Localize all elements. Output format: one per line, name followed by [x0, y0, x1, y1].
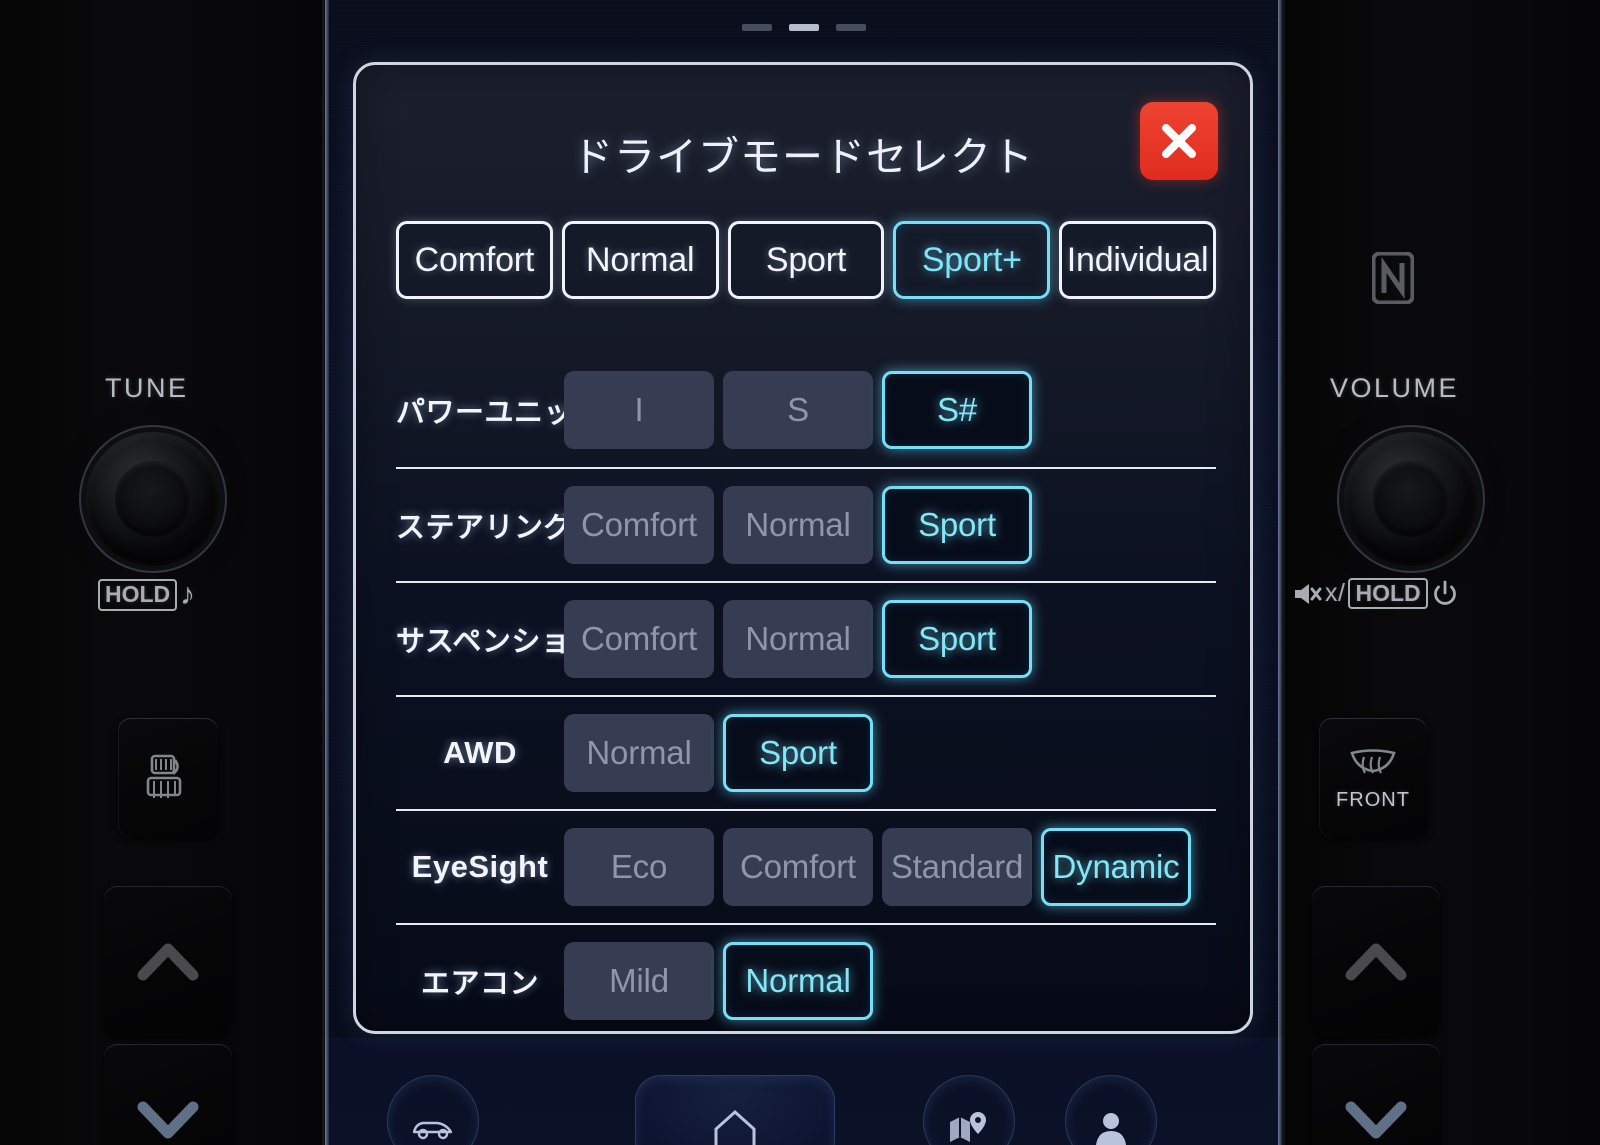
settings-row-eyesight: EyeSight Eco Comfort Standard Dynamic: [396, 809, 1216, 923]
speaker-mute-icon: [1295, 583, 1322, 604]
page-dot-3[interactable]: [835, 24, 866, 31]
dock-vehicle-button[interactable]: [387, 1075, 479, 1145]
dock-vehicle-circle: [387, 1075, 479, 1145]
front-defroster-button[interactable]: FRONT: [1319, 718, 1427, 838]
chevron-down-icon: [137, 1101, 199, 1139]
power-icon: [1433, 580, 1456, 605]
row-options-air-conditioner: Mild Normal: [564, 942, 1216, 1020]
drive-mode-sport-plus[interactable]: Sport+: [893, 221, 1051, 299]
option-eyesight-eco[interactable]: Eco: [564, 828, 714, 906]
dock-map-button[interactable]: [923, 1075, 1015, 1145]
option-steering-comfort[interactable]: Comfort: [564, 486, 714, 564]
page-dot-1[interactable]: [741, 24, 772, 31]
rear-defroster-icon: [146, 754, 182, 798]
tune-knob-label: TUNE: [105, 373, 189, 403]
home-icon: [714, 1109, 756, 1145]
volume-hold-text: HOLD: [1348, 578, 1428, 610]
left-up-button[interactable]: [104, 886, 232, 1036]
map-pin-icon: [950, 1112, 986, 1142]
page-indicator: [325, 24, 1282, 31]
row-options-eyesight: Eco Comfort Standard Dynamic: [564, 828, 1216, 906]
drive-mode-buttons: Comfort Normal Sport Sport+ Individual: [396, 221, 1216, 299]
option-steering-sport[interactable]: Sport: [882, 486, 1032, 564]
option-power-unit-s-[interactable]: S#: [882, 371, 1032, 449]
row-label-power-unit: パワーユニット: [396, 397, 603, 429]
bottom-dock: [325, 1037, 1282, 1145]
dock-map-circle: [923, 1075, 1015, 1145]
dialog-title: ドライブモードセレクト: [572, 134, 1034, 180]
left-hardware-panel: TUNE HOLD ♪: [0, 0, 325, 1145]
tune-hold-text: HOLD: [98, 579, 178, 611]
option-eyesight-standard[interactable]: Standard: [882, 828, 1032, 906]
nfc-icon: [1372, 252, 1414, 304]
drive-mode-individual[interactable]: Individual: [1059, 221, 1216, 299]
car-icon: [412, 1121, 453, 1140]
row-options-power-unit: I S S#: [564, 371, 1216, 449]
option-air-conditioner-mild[interactable]: Mild: [564, 942, 714, 1020]
drive-mode-sport[interactable]: Sport: [727, 221, 885, 299]
settings-row-power-unit: パワーユニット I S S#: [396, 353, 1216, 467]
option-air-conditioner-normal[interactable]: Normal: [723, 942, 873, 1020]
drive-mode-settings-rows: パワーユニット I S S# ステアリング Comfort Normal Sport サスペンシ…: [396, 353, 1216, 1037]
volume-knob[interactable]: [1344, 432, 1478, 566]
row-options-suspension: Comfort Normal Sport: [564, 600, 1216, 678]
option-awd-normal[interactable]: Normal: [564, 714, 714, 792]
chevron-up-icon: [1345, 943, 1407, 981]
volume-hold-separator: x/: [1325, 579, 1346, 608]
page-dot-2[interactable]: [788, 24, 819, 31]
option-awd-sport[interactable]: Sport: [723, 714, 873, 792]
settings-row-suspension: サスペンション Comfort Normal Sport: [396, 581, 1216, 695]
chevron-down-icon: [1345, 1101, 1407, 1139]
settings-row-air-conditioner: エアコン Mild Normal: [396, 923, 1216, 1037]
option-suspension-sport[interactable]: Sport: [882, 600, 1032, 678]
display-right-edge: [1278, 0, 1282, 1145]
dock-profile-button[interactable]: [1065, 1075, 1157, 1145]
tune-hold-label: HOLD ♪: [98, 578, 196, 612]
drive-mode-select-dialog: ドライブモードセレクト Comfort Normal Sport Sport+ Indi…: [353, 62, 1253, 1034]
music-note-icon: ♪: [180, 578, 196, 611]
row-label-suspension: サスペンション: [396, 626, 600, 658]
option-power-unit-s[interactable]: S: [723, 371, 873, 449]
display-left-edge: [325, 0, 329, 1145]
front-defroster-caption: FRONT: [1336, 788, 1410, 811]
dock-home-button[interactable]: [635, 1075, 835, 1145]
option-power-unit-i[interactable]: I: [564, 371, 714, 449]
settings-row-awd: AWD Normal Sport: [396, 695, 1216, 809]
close-button[interactable]: [1140, 102, 1218, 180]
volume-knob-label: VOLUME: [1330, 373, 1460, 403]
rear-defroster-button[interactable]: [118, 718, 218, 838]
right-up-button[interactable]: [1312, 886, 1440, 1036]
chevron-up-icon: [137, 943, 199, 981]
drive-mode-comfort[interactable]: Comfort: [396, 221, 553, 299]
person-icon: [1096, 1113, 1126, 1145]
volume-mute-hold-label: x/ HOLD: [1292, 578, 1459, 610]
row-options-awd: Normal Sport: [564, 714, 1216, 792]
close-x-icon: [1162, 124, 1196, 158]
option-suspension-normal[interactable]: Normal: [723, 600, 873, 678]
row-options-steering: Comfort Normal Sport: [564, 486, 1216, 564]
settings-row-steering: ステアリング Comfort Normal Sport: [396, 467, 1216, 581]
option-eyesight-comfort[interactable]: Comfort: [723, 828, 873, 906]
row-label-air-conditioner: エアコン: [420, 968, 539, 1000]
option-suspension-comfort[interactable]: Comfort: [564, 600, 714, 678]
right-hardware-panel: VOLUME x/ HOLD FRONT: [1282, 0, 1600, 1145]
right-down-button[interactable]: [1312, 1044, 1440, 1145]
row-label-eyesight: EyeSight: [411, 849, 549, 884]
dock-profile-circle: [1065, 1075, 1157, 1145]
right-panel-seam: [1282, 0, 1285, 1145]
left-down-button[interactable]: [104, 1044, 232, 1145]
infotainment-console: TUNE HOLD ♪ ドライブモードセレクト Comfort Normal S…: [0, 0, 1600, 1145]
dock-home-pill: [635, 1075, 835, 1145]
center-display: ドライブモードセレクト Comfort Normal Sport Sport+ Indi…: [325, 0, 1282, 1145]
option-eyesight-dynamic[interactable]: Dynamic: [1041, 828, 1191, 906]
row-label-awd: AWD: [443, 735, 517, 770]
option-steering-normal[interactable]: Normal: [723, 486, 873, 564]
row-label-steering: ステアリング: [396, 512, 574, 544]
tune-knob[interactable]: [86, 432, 220, 566]
drive-mode-normal[interactable]: Normal: [561, 221, 719, 299]
front-defroster-icon: [1350, 748, 1396, 774]
